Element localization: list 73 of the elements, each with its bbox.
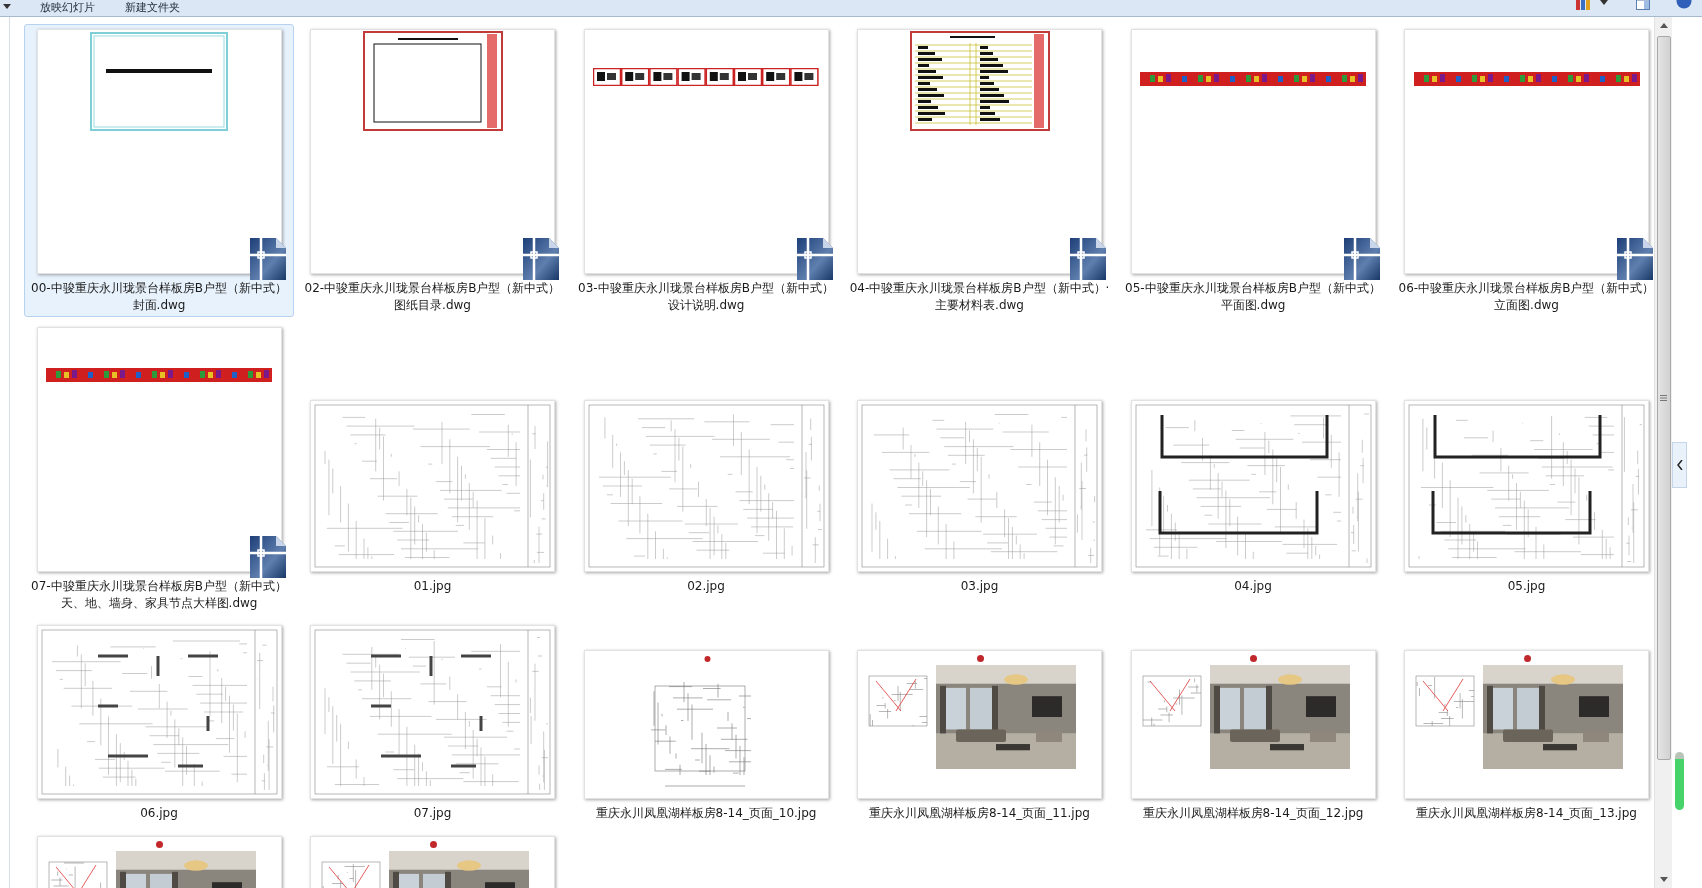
file-name: 07-中骏重庆永川珑景台样板房B户型（新中式）	[31, 578, 287, 595]
file-tile[interactable]: 重庆永川凤凰湖样板房8-14_页面_11.jpg	[844, 620, 1115, 826]
file-name: 图纸目录.dwg	[394, 296, 471, 313]
help-icon[interactable]	[1676, 0, 1692, 9]
side-panel-tab[interactable]	[1672, 442, 1687, 488]
floor-plan-drawing	[1415, 675, 1475, 727]
file-tile[interactable]: 03-中骏重庆永川珑景台样板房B户型（新中式） 设计说明.dwg	[571, 24, 841, 317]
file-tile[interactable]: 05-中骏重庆永川珑景台样板房B户型（新中式） 平面图.dwg	[1118, 24, 1388, 317]
file-name: 05.jpg	[1507, 578, 1546, 595]
file-tile[interactable]: 03.jpg	[844, 322, 1115, 615]
scroll-thumb[interactable]	[1656, 36, 1671, 760]
file-name: 封面.dwg	[132, 296, 186, 313]
file-tile[interactable]: 05.jpg	[1391, 322, 1654, 615]
file-tile[interactable]: 07.jpg	[297, 620, 568, 826]
file-tile[interactable]: 01.jpg	[297, 322, 568, 615]
preview-pane-icon[interactable]	[1636, 0, 1650, 10]
file-name: 立面图.dwg	[1494, 296, 1559, 313]
file-name: 重庆永川凤凰湖样板房8-14_页面_12.jpg	[1142, 805, 1364, 822]
cad-file-icon	[523, 238, 559, 280]
toolbar-button[interactable]: 新建文件夹	[125, 0, 180, 15]
view-icon[interactable]	[1576, 0, 1590, 10]
cad-file-icon	[249, 238, 286, 280]
file-name: 主要材料表.dwg	[935, 296, 1024, 313]
file-tile[interactable]: 02-中骏重庆永川珑景台样板房B户型（新中式） 图纸目录.dwg	[297, 24, 568, 317]
file-name: 03.jpg	[960, 578, 999, 595]
file-name: 重庆永川凤凰湖样板房8-14_页面_10.jpg	[595, 805, 817, 822]
file-name: 平面图.dwg	[1220, 296, 1286, 313]
file-name: 03-中骏重庆永川珑景台样板房B户型（新中式）	[578, 280, 834, 297]
file-tile[interactable]: 02.jpg	[571, 322, 841, 615]
caret-icon[interactable]	[3, 4, 11, 10]
cad-file-icon	[796, 238, 833, 280]
cad-file-icon	[1343, 238, 1380, 280]
logo-icon	[976, 655, 984, 662]
file-name: 重庆永川凤凰湖样板房8-14_页面_11.jpg	[869, 805, 1090, 822]
grip-icon	[1660, 395, 1667, 401]
file-name: 00-中骏重庆永川珑景台样板房B户型（新中式）	[31, 280, 287, 297]
file-tile[interactable]: 07-中骏重庆永川珑景台样板房B户型（新中式） 天、地、墙身、家具节点大样图.dwg	[24, 322, 294, 615]
file-name: 02-中骏重庆永川珑景台样板房B户型（新中式）	[304, 280, 561, 297]
file-tile[interactable]: 06-中骏重庆永川珑景台样板房B户型（新中式） 立面图.dwg	[1391, 24, 1654, 317]
file-name: 设计说明.dwg	[667, 296, 745, 313]
file-tile[interactable]: 重庆永川凤凰湖样板房8-14_页面_12.jpg	[1118, 620, 1388, 826]
cad-file-icon	[1617, 238, 1653, 280]
scroll-down-icon[interactable]	[1659, 877, 1668, 882]
file-name: 02.jpg	[687, 578, 725, 595]
caret-icon[interactable]	[1600, 0, 1608, 6]
file-tile[interactable]: 重庆永川凤凰湖样板房8-14_页面_13.jpg	[1391, 620, 1654, 826]
cad-file-icon	[1070, 238, 1106, 280]
file-name: 04-中骏重庆永川珑景台样板房B户型（新中式）·	[849, 280, 1110, 297]
file-name: 06.jpg	[140, 805, 178, 822]
file-name: 重庆永川凤凰湖样板房8-14_页面_13.jpg	[1416, 805, 1637, 822]
file-tile[interactable]: 重庆永川凤凰湖样板房8-14_页面_10.jpg	[571, 620, 841, 826]
file-name: 06-中骏重庆永川珑景台样板房B户型（新中式）	[1398, 280, 1654, 297]
floor-plan-drawing	[868, 675, 928, 727]
chevron-left-icon	[1676, 460, 1683, 470]
file-tile[interactable]: 00-中骏重庆永川珑景台样板房B户型（新中式） 封面.dwg	[24, 24, 294, 317]
file-tile[interactable]: 06.jpg	[24, 620, 294, 826]
cad-file-icon	[249, 536, 286, 578]
file-tile[interactable]: 04-中骏重庆永川珑景台样板房B户型（新中式）· 主要材料表.dwg	[844, 24, 1115, 317]
floor-plan-drawing	[1141, 675, 1202, 727]
file-name: 天、地、墙身、家具节点大样图.dwg	[60, 594, 258, 611]
file-name: 07.jpg	[413, 805, 452, 822]
toolbar-button[interactable]: 放映幻灯片	[40, 0, 95, 15]
file-name: 04.jpg	[1234, 578, 1272, 595]
logo-icon	[1250, 655, 1257, 662]
file-name: 05-中骏重庆永川珑景台样板房B户型（新中式）	[1125, 280, 1381, 297]
logo-icon	[156, 840, 163, 848]
logo-icon	[1523, 655, 1531, 662]
file-name: 01.jpg	[413, 578, 452, 595]
file-tile[interactable]: 04.jpg	[1118, 322, 1388, 615]
logo-icon	[429, 840, 437, 848]
status-indicator	[1675, 752, 1684, 810]
scrollbar[interactable]	[1654, 17, 1672, 888]
scroll-up-icon[interactable]	[1659, 23, 1668, 28]
